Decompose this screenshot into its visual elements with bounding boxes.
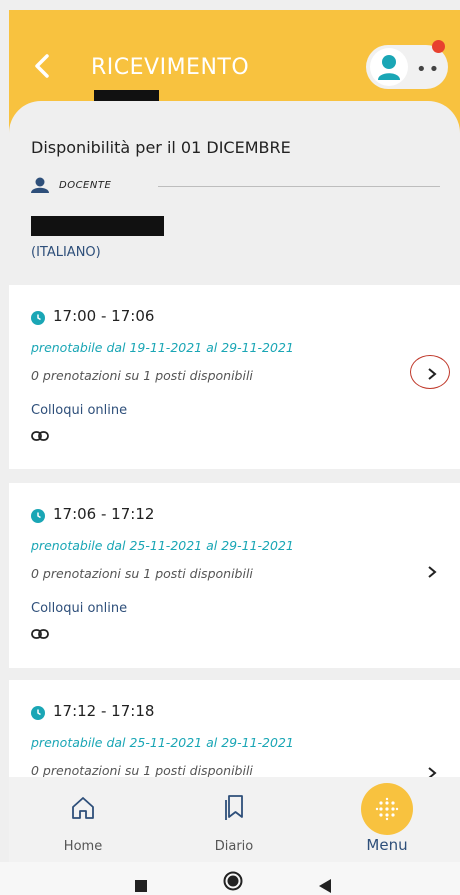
- slot-card[interactable]: 17:12 - 17:18 prenotabile dal 25-11-2021…: [9, 680, 460, 780]
- slot-card[interactable]: 17:06 - 17:12 prenotabile dal 25-11-2021…: [9, 483, 460, 668]
- slot-booking-window: prenotabile dal 25-11-2021 al 29-11-2021: [31, 735, 294, 750]
- chevron-left-icon[interactable]: [29, 50, 55, 82]
- circle-icon[interactable]: [223, 871, 243, 891]
- chevron-right-icon[interactable]: [425, 563, 439, 581]
- role-label: DOCENTE: [59, 180, 112, 191]
- grid-dots-icon: [375, 797, 399, 821]
- slot-availability: 0 prenotazioni su 1 posti disponibili: [31, 763, 253, 778]
- triangle-back-icon[interactable]: [318, 878, 332, 894]
- notification-dot: [432, 40, 445, 53]
- bookmarks-icon: [225, 795, 243, 820]
- link-icon[interactable]: [31, 431, 49, 441]
- slot-time: 17:06 - 17:12: [53, 505, 155, 523]
- slot-booking-window: prenotabile dal 19-11-2021 al 29-11-2021: [31, 340, 294, 355]
- clock-icon: [31, 509, 45, 523]
- nav-home-label: Home: [63, 839, 103, 854]
- slot-card[interactable]: 17:00 - 17:06 prenotabile dal 19-11-2021…: [9, 285, 460, 469]
- nav-diario-label: Diario: [214, 839, 254, 854]
- system-navigation-bar: [0, 862, 460, 895]
- clock-icon: [31, 706, 45, 720]
- page-title: RICEVIMENTO: [91, 55, 250, 80]
- nav-menu-label: Menu: [366, 836, 408, 854]
- clock-icon: [31, 311, 45, 325]
- redacted-teacher-name: [31, 216, 164, 236]
- nav-home[interactable]: Home: [33, 777, 133, 862]
- person-icon: [31, 177, 49, 193]
- slot-booking-window: prenotabile dal 25-11-2021 al 29-11-2021: [31, 538, 294, 553]
- slot-availability: 0 prenotazioni su 1 posti disponibili: [31, 368, 253, 383]
- dots-icon: ••: [416, 59, 442, 80]
- role-row: DOCENTE: [31, 177, 441, 197]
- bottom-navigation: Home Diario Menu: [9, 777, 460, 862]
- square-icon[interactable]: [134, 879, 148, 893]
- nav-diario[interactable]: Diario: [184, 777, 284, 862]
- slot-availability: 0 prenotazioni su 1 posti disponibili: [31, 566, 253, 581]
- link-icon[interactable]: [31, 629, 49, 639]
- chevron-right-icon[interactable]: [425, 365, 439, 383]
- slot-time: 17:00 - 17:06: [53, 307, 155, 325]
- subject-label: (ITALIANO): [31, 245, 101, 260]
- menu-button: [361, 783, 413, 835]
- slot-time: 17:12 - 17:18: [53, 702, 155, 720]
- availability-title: Disponibilità per il 01 DICEMBRE: [31, 138, 291, 157]
- user-icon: [370, 48, 408, 86]
- slot-mode: Colloqui online: [31, 403, 128, 418]
- slot-mode: Colloqui online: [31, 601, 128, 616]
- home-icon: [72, 797, 94, 819]
- summary-card: Disponibilità per il 01 DICEMBRE DOCENTE…: [9, 101, 460, 284]
- divider: [158, 186, 440, 187]
- nav-menu[interactable]: Menu: [337, 777, 437, 862]
